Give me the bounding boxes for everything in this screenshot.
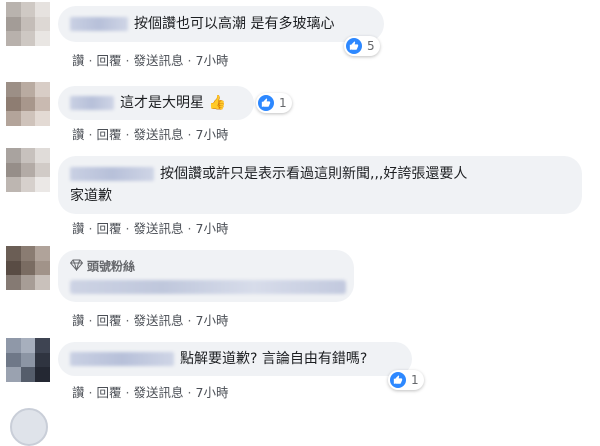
timestamp-link[interactable]: 7小時 [196,385,229,400]
like-link[interactable]: 讚 [72,53,85,68]
reaction-count[interactable]: 5 [344,36,380,56]
send-message-link[interactable]: 發送訊息 [134,53,184,68]
thumbs-up-emoji: 👍 [208,95,226,111]
reply-link[interactable]: 回覆 [97,313,122,328]
comment-actions: 讚 · 回覆 · 發送訊息 · 7小時 [72,382,228,401]
comment-text-redacted [70,280,346,294]
avatar[interactable] [6,148,50,192]
separator: · [187,127,192,142]
comment-bubble: 這才是大明星 👍 [58,86,254,120]
avatar[interactable] [6,338,50,382]
top-fan-badge: 頭號粉絲 [69,256,136,277]
like-link[interactable]: 讚 [72,385,85,400]
author-name[interactable] [70,17,128,31]
diamond-icon [69,257,84,277]
reaction-number: 5 [367,39,375,53]
avatar[interactable] [6,82,50,126]
avatar[interactable] [10,408,48,446]
comment-text: 點解要道歉? 言論自由有錯嗎? [180,351,368,367]
separator: · [125,53,130,68]
reaction-number: 1 [279,96,287,110]
comment-text: 按個讚或許只是表示看過這則新聞,,,好誇張還要人 [160,166,468,182]
comment-text: 按個讚也可以高潮 是有多玻璃心 [134,16,335,32]
separator: · [88,221,93,236]
comment-actions: 讚 · 回覆 · 發送訊息 · 7小時 [72,124,228,143]
comment-text: 這才是大明星 [120,95,204,111]
reaction-count[interactable]: 1 [388,370,424,390]
like-link[interactable]: 讚 [72,313,85,328]
like-link[interactable]: 讚 [72,127,85,142]
send-message-link[interactable]: 發送訊息 [134,221,184,236]
separator: · [187,53,192,68]
like-link[interactable]: 讚 [72,221,85,236]
author-name[interactable] [70,96,114,110]
send-message-link[interactable]: 發送訊息 [134,127,184,142]
separator: · [187,221,192,236]
avatar[interactable] [6,2,50,46]
thumbs-up-icon [346,38,362,54]
comment-actions: 讚 · 回覆 · 發送訊息 · 7小時 [72,50,228,69]
separator: · [125,127,130,142]
separator: · [187,313,192,328]
author-name[interactable] [70,167,154,181]
separator: · [88,127,93,142]
reply-link[interactable]: 回覆 [97,221,122,236]
send-message-link[interactable]: 發送訊息 [134,313,184,328]
send-message-link[interactable]: 發送訊息 [134,385,184,400]
badge-label: 頭號粉絲 [87,259,136,274]
reply-link[interactable]: 回覆 [97,53,122,68]
timestamp-link[interactable]: 7小時 [196,221,229,236]
comment-text-line2: 家道歉 [70,188,112,204]
comment-actions: 讚 · 回覆 · 發送訊息 · 7小時 [72,218,228,237]
separator: · [88,385,93,400]
author-name[interactable] [70,352,174,366]
comment-bubble: 點解要道歉? 言論自由有錯嗎? [58,342,412,376]
thumbs-up-icon [258,95,274,111]
separator: · [187,385,192,400]
timestamp-link[interactable]: 7小時 [196,313,229,328]
separator: · [88,313,93,328]
reply-link[interactable]: 回覆 [97,127,122,142]
separator: · [125,221,130,236]
thumbs-up-icon [390,372,406,388]
comment-bubble: 頭號粉絲 [58,250,354,302]
comment-bubble: 按個讚或許只是表示看過這則新聞,,,好誇張還要人 家道歉 [58,156,582,214]
avatar[interactable] [6,246,50,290]
timestamp-link[interactable]: 7小時 [196,53,229,68]
separator: · [125,385,130,400]
reaction-number: 1 [411,373,419,387]
reaction-count[interactable]: 1 [256,93,292,113]
separator: · [88,53,93,68]
reply-link[interactable]: 回覆 [97,385,122,400]
comment-bubble: 按個讚也可以高潮 是有多玻璃心 [58,6,384,42]
timestamp-link[interactable]: 7小時 [196,127,229,142]
comment-actions: 讚 · 回覆 · 發送訊息 · 7小時 [72,310,228,329]
separator: · [125,313,130,328]
